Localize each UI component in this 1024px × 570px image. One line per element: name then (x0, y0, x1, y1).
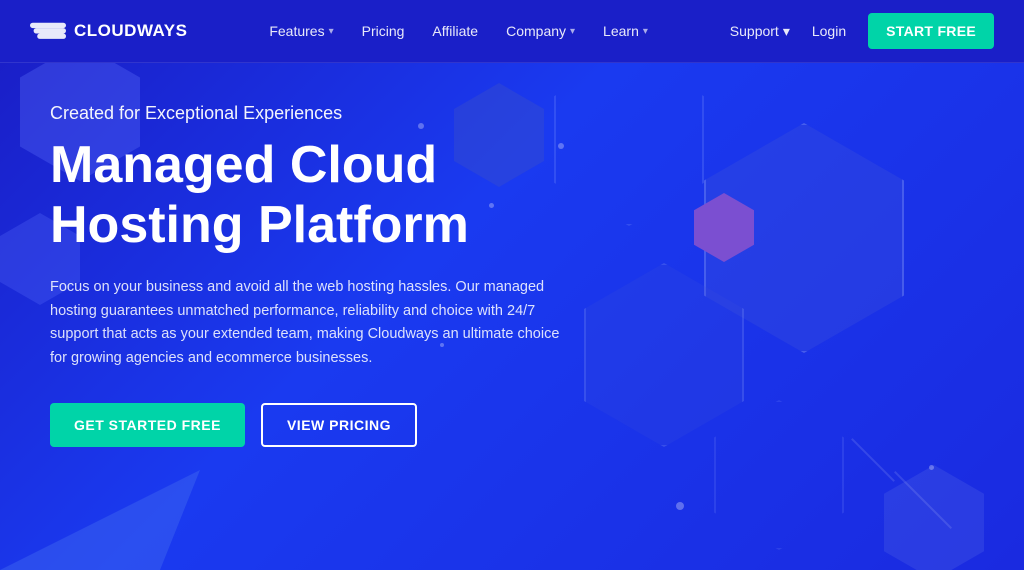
dot-deco-6 (929, 465, 934, 470)
cloud-icon (30, 17, 66, 46)
hex-deco-4 (584, 263, 744, 447)
start-free-button[interactable]: START FREE (868, 13, 994, 49)
hero-content: Created for Exceptional Experiences Mana… (50, 103, 580, 447)
dot-deco-5 (676, 502, 684, 510)
support-button[interactable]: Support ▾ (730, 23, 790, 40)
hex-deco-7 (694, 193, 754, 262)
nav-right: Support ▾ Login START FREE (730, 13, 994, 49)
nav-item-pricing[interactable]: Pricing (350, 17, 417, 45)
hero-cta-buttons: GET STARTED FREE VIEW PRICING (50, 403, 580, 447)
chevron-down-icon: ▾ (570, 26, 575, 37)
nav-item-affiliate[interactable]: Affiliate (420, 17, 490, 45)
brand-name: CLOUDWAYS (74, 21, 187, 41)
hero-section: Created for Exceptional Experiences Mana… (0, 63, 1024, 570)
nav-item-learn[interactable]: Learn ▾ (591, 17, 660, 45)
hero-subtitle: Created for Exceptional Experiences (50, 103, 580, 124)
login-button[interactable]: Login (798, 17, 860, 45)
hero-title: Managed Cloud Hosting Platform (50, 136, 580, 256)
chevron-down-icon: ▾ (643, 26, 648, 37)
line-deco-1 (894, 471, 952, 529)
chevron-down-icon: ▾ (329, 26, 334, 37)
hex-deco-3 (704, 123, 904, 353)
hero-title-line2: Hosting Platform (50, 196, 469, 254)
get-started-button[interactable]: GET STARTED FREE (50, 403, 245, 447)
nav-item-features[interactable]: Features ▾ (257, 17, 345, 45)
brand-logo[interactable]: CLOUDWAYS (30, 17, 187, 46)
hex-deco-6 (884, 465, 984, 570)
hero-title-line1: Managed Cloud (50, 136, 437, 194)
line-deco-2 (851, 438, 895, 482)
hex-deco-8 (714, 400, 844, 550)
navbar: CLOUDWAYS Features ▾ Pricing Affiliate C… (0, 0, 1024, 63)
view-pricing-button[interactable]: VIEW PRICING (261, 403, 417, 447)
chevron-down-icon: ▾ (783, 23, 790, 40)
nav-links: Features ▾ Pricing Affiliate Company ▾ L… (257, 17, 660, 45)
hero-description: Focus on your business and avoid all the… (50, 276, 580, 372)
nav-item-company[interactable]: Company ▾ (494, 17, 587, 45)
